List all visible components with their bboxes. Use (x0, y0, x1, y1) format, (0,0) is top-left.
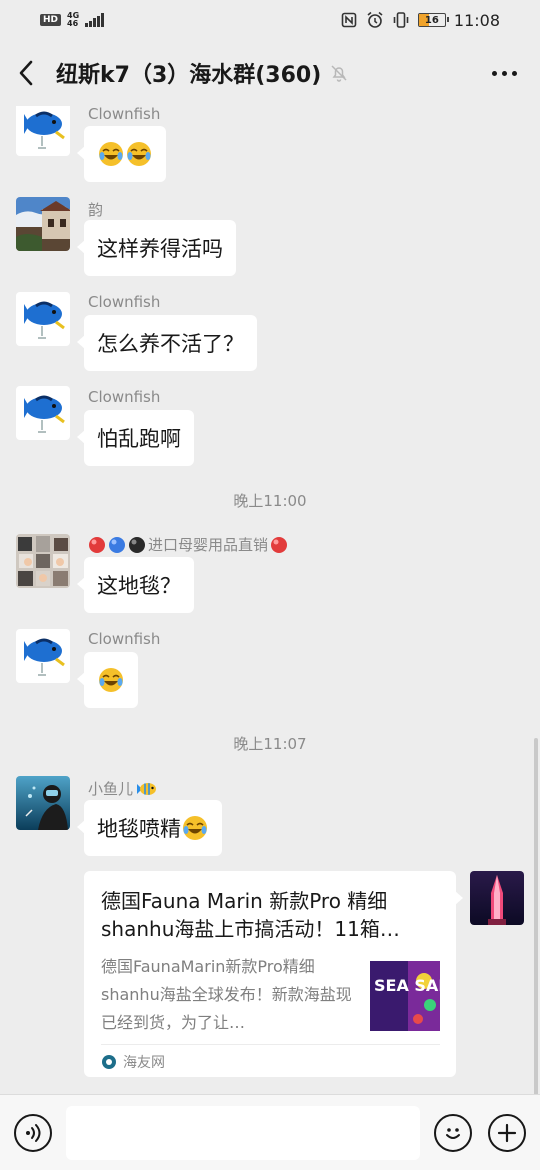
sender-name-text: 进口母婴用品直销 (148, 536, 269, 554)
avatar-clownfish[interactable] (16, 386, 70, 440)
message-input[interactable] (66, 1105, 420, 1160)
sender-name-text: 小鱼儿 (88, 780, 134, 798)
bell-off-icon (331, 65, 347, 82)
scrollbar[interactable] (534, 738, 538, 1094)
voice-icon (26, 1123, 41, 1142)
timestamp: 晚上11:07 (233, 735, 307, 753)
status-right: 16 11:08 (340, 11, 500, 30)
more-dots-icon (491, 70, 497, 76)
message-bubble[interactable]: 怕乱跑啊 (77, 410, 194, 466)
link-card-source: 海友网 (101, 1052, 165, 1072)
emoji-button[interactable] (434, 1113, 472, 1152)
plus-button[interactable] (488, 1113, 526, 1152)
network-bottom: 46 (67, 19, 79, 28)
source-logo-icon (102, 1055, 116, 1069)
sender-name: Clownfish (88, 106, 161, 123)
timestamp: 晚上11:00 (233, 492, 307, 510)
more-options-button[interactable] (484, 53, 524, 93)
status-left: HD 4G 46 (40, 12, 105, 28)
avatar-group-member[interactable] (16, 534, 70, 588)
avatar-xiaoyuer[interactable] (16, 776, 70, 830)
link-card-body: 德国FaunaMarin新款Pro精细shanhu海盐全球发布！新款海盐现已经到… (101, 953, 457, 1037)
alarm-icon (366, 11, 384, 29)
back-button[interactable] (16, 53, 42, 93)
signal-icon (85, 13, 105, 27)
sender-name: 小鱼儿 (88, 778, 157, 799)
message-bubble[interactable]: 这地毯？ (77, 557, 194, 613)
plus-icon (497, 1123, 517, 1142)
sender-name: Clownfish (88, 293, 161, 311)
message-bubble[interactable]: 怎么养不活了？ (77, 315, 257, 371)
network-type: 4G 46 (67, 12, 79, 28)
link-card[interactable]: 德国Fauna Marin 新款Pro 精细shanhu海盐上市搞活动！11箱…… (84, 871, 463, 1077)
card-divider (101, 1044, 440, 1045)
black-circle-icon (129, 536, 145, 553)
red-circle-icon (271, 536, 288, 553)
avatar-yun[interactable] (16, 197, 70, 251)
link-card-title: 德国Fauna Marin 新款Pro 精细shanhu海盐上市搞活动！11箱… (101, 889, 400, 941)
message-text: 地毯喷精 (97, 817, 181, 841)
chat-title: 纽斯k7（3）海水群(360) (56, 63, 322, 88)
laugh-cry-emoji-icon (99, 668, 123, 692)
smiley-icon (446, 1127, 460, 1139)
sender-name: Clownfish (88, 630, 161, 648)
tropical-fish-icon (137, 782, 157, 795)
thumbnail-text: SEA SALT (374, 976, 440, 995)
avatar-clownfish[interactable] (16, 629, 70, 683)
battery-icon: 16 (417, 13, 449, 27)
battery-level: 16 (424, 14, 439, 26)
sender-name: 韵 (88, 201, 104, 219)
link-card-thumbnail: SEA SALT (370, 961, 457, 1031)
status-bar: HD 4G 46 16 11:08 (0, 0, 540, 40)
blue-circle-icon (109, 536, 125, 553)
message-bubble[interactable]: 地毯喷精 (77, 800, 222, 856)
voice-button[interactable] (14, 1113, 52, 1152)
laugh-cry-emoji-icon (127, 142, 151, 166)
message-bubble[interactable] (77, 126, 166, 182)
avatar-clownfish[interactable] (16, 292, 70, 346)
chevron-left-icon (19, 60, 33, 86)
avatar-clownfish[interactable] (16, 106, 70, 156)
sender-name: 进口母婴用品直销 (88, 534, 288, 555)
avatar-self[interactable] (470, 871, 524, 925)
message-bubble[interactable]: 这样养得活吗 (77, 220, 236, 276)
status-time: 11:08 (453, 10, 500, 30)
nfc-icon (340, 11, 358, 29)
red-circle-icon (89, 536, 105, 553)
link-card-description: 德国FaunaMarin新款Pro精细shanhu海盐全球发布！新款海盐现已经到… (101, 957, 352, 1032)
hd-badge: HD (40, 14, 62, 26)
link-card-source-name: 海友网 (123, 1055, 165, 1071)
message-bubble[interactable] (77, 652, 138, 708)
vibrate-icon (392, 11, 410, 29)
sender-name: Clownfish (88, 388, 161, 406)
chat-header: 纽斯k7（3）海水群(360) (0, 40, 540, 106)
laugh-cry-emoji-icon (183, 816, 207, 840)
laugh-cry-emoji-icon (99, 142, 123, 166)
input-bar (0, 1094, 540, 1170)
